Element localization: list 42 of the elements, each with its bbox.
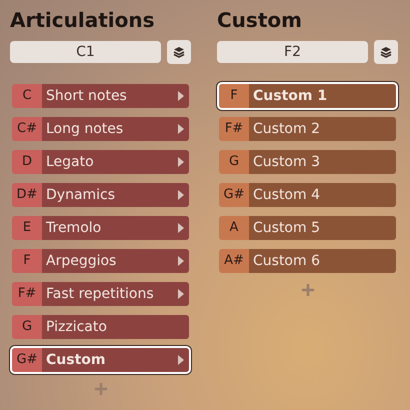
panel-title: Custom — [217, 7, 303, 34]
layers-button[interactable] — [374, 40, 398, 64]
key-label: A — [219, 216, 249, 240]
key-label: F — [219, 84, 249, 108]
layers-icon — [379, 45, 393, 59]
item-label: Custom 4 — [253, 186, 320, 204]
key-label: G# — [12, 348, 42, 372]
key-label: D — [12, 150, 42, 174]
key-label: C — [12, 84, 42, 108]
panel-title: Articulations — [10, 7, 156, 34]
key-label: C# — [12, 117, 42, 141]
item-label: Fast repetitions — [46, 284, 154, 304]
articulation-item[interactable]: F Custom 1 — [217, 82, 398, 110]
item-label: Arpeggios — [46, 252, 116, 270]
item-label: Dynamics — [46, 186, 116, 204]
key-field[interactable]: C1 — [10, 41, 161, 63]
add-icon — [94, 382, 108, 396]
item-label: Custom 6 — [253, 252, 320, 270]
add-icon — [300, 283, 314, 297]
item-label: Legato — [46, 152, 94, 172]
item-label: Custom 5 — [253, 218, 320, 238]
layers-button[interactable] — [167, 40, 191, 64]
item-label: Custom 3 — [253, 152, 320, 172]
key-label: F# — [12, 282, 42, 306]
key-label: E — [12, 216, 42, 240]
key-label: A# — [219, 249, 249, 273]
item-label: Custom — [46, 350, 106, 370]
key-label: D# — [12, 183, 42, 207]
key-label: F — [12, 249, 42, 273]
key-label: G — [219, 150, 249, 174]
item-label: Long notes — [46, 120, 124, 138]
item-label: Short notes — [46, 86, 127, 106]
key-label: F# — [219, 117, 249, 141]
item-label: Custom 1 — [253, 86, 328, 106]
key-label: G# — [219, 183, 249, 207]
item-label: Pizzicato — [46, 318, 107, 336]
key-label: G — [12, 315, 42, 339]
articulation-item[interactable]: G# Custom — [10, 346, 191, 374]
layers-icon — [172, 45, 186, 59]
item-label: Custom 2 — [253, 120, 320, 138]
item-label: Tremolo — [46, 218, 102, 238]
key-field[interactable]: F2 — [217, 41, 368, 63]
